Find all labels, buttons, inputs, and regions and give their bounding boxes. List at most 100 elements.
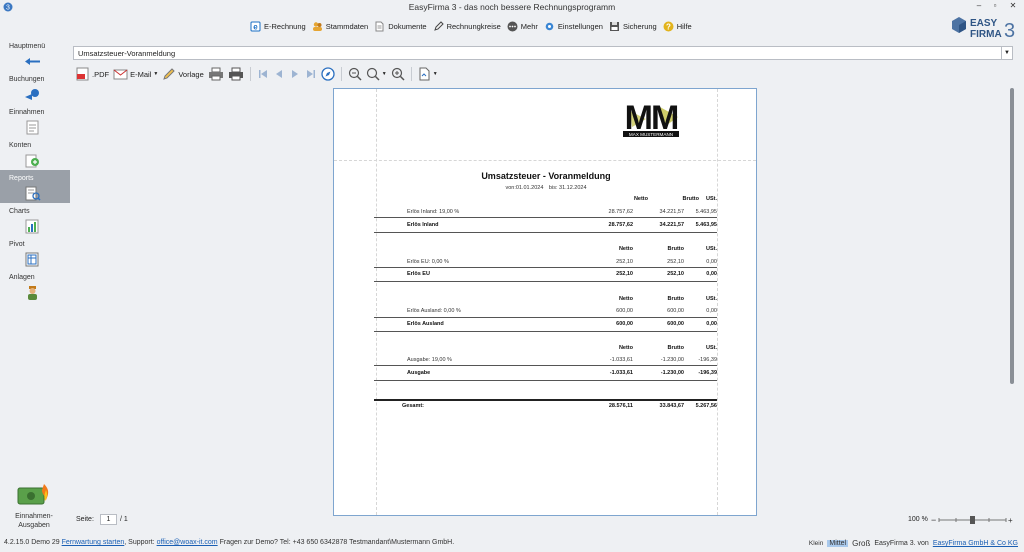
report-select-value: Umsatzsteuer-Voranmeldung [78, 49, 176, 58]
chevron-down-icon[interactable]: ▼ [1001, 47, 1012, 59]
menu-label: Sicherung [622, 21, 657, 31]
page-number-input[interactable]: 1 [100, 514, 117, 525]
sidebar-item-label: Pivot [9, 241, 25, 248]
col-netto-header: Netto [618, 296, 633, 302]
sidebar-item-label: Konten [9, 142, 32, 149]
menu-e-rechnung[interactable]: e E-Rechnung [250, 21, 306, 32]
menu-label: Mehr [520, 21, 538, 31]
sidebar-item-konten[interactable]: Konten [0, 137, 70, 170]
toolbar-separator [249, 67, 251, 81]
section-sum-ust: -196,39 [698, 370, 717, 376]
sidebar-item-charts[interactable]: Charts [0, 203, 70, 236]
e-invoice-icon: e [250, 21, 261, 31]
menu-mehr[interactable]: Mehr [507, 21, 538, 32]
zoom-level: 100 % [908, 516, 928, 523]
report-title: Umsatzsteuer - Voranmeldung [481, 171, 611, 181]
col-ust-header: USt. [706, 296, 717, 302]
status-bar: 4.2.15.0 Demo 29 Fernwartung starten, Su… [0, 536, 1024, 552]
support-prefix: , Support: [124, 539, 155, 546]
next-page-button[interactable] [289, 66, 301, 82]
svg-text:e: e [253, 22, 258, 31]
last-page-icon [306, 70, 315, 78]
template-button[interactable]: Vorlage [162, 66, 204, 82]
period-from: von:01.01.2024 [505, 185, 544, 191]
sidebar-item-anlagen[interactable]: Anlagen [0, 269, 70, 302]
col-netto-header: Netto [618, 246, 633, 252]
menu-dokumente[interactable]: Dokumente [374, 21, 427, 32]
people-icon [312, 21, 322, 31]
report-select[interactable]: Umsatzsteuer-Voranmeldung ▼ [73, 46, 1013, 60]
previous-page-button[interactable] [273, 66, 285, 82]
sidebar-item-buchungen[interactable]: Buchungen [0, 71, 70, 104]
size-large-option[interactable]: Groß [852, 539, 870, 548]
section-sum-label: Erlös Ausland [407, 321, 444, 327]
support-email-link[interactable]: office@woax-it.com [157, 539, 218, 546]
zoom-menu-button[interactable]: ▼ [366, 66, 387, 82]
zoom-out-button[interactable] [348, 66, 362, 82]
pencil-icon [433, 20, 444, 31]
menu-stammdaten[interactable]: Stammdaten [312, 21, 368, 32]
company-logo: MM MAX MUSTERMANN [623, 99, 680, 137]
col-ust-header: USt. [706, 196, 717, 202]
svg-text:−: − [931, 515, 936, 525]
menu-rechnungkreise[interactable]: Rechnungkreise [433, 20, 501, 32]
svg-text:?: ? [666, 22, 671, 31]
zoom-slider[interactable]: − + [930, 515, 1015, 525]
col-netto-header: Netto [618, 345, 633, 351]
navigate-button[interactable] [321, 66, 335, 82]
sidebar-item-label: Reports [9, 175, 34, 182]
menu-sicherung[interactable]: Sicherung [609, 21, 657, 32]
margin-guide [376, 89, 377, 515]
menu-label: E-Rechnung [264, 21, 306, 31]
back-arrow-icon [25, 58, 40, 65]
section-sum-netto: 600,00 [616, 321, 633, 327]
printer-icon [228, 67, 243, 81]
report-page: MM MAX MUSTERMANN Umsatzsteuer - Voranme… [333, 88, 757, 516]
total-divider [374, 399, 717, 401]
sidebar-item-reports[interactable]: Reports [0, 170, 70, 203]
restore-button[interactable]: ▫ [988, 0, 1002, 12]
minimize-button[interactable]: – [972, 0, 986, 12]
zoom-in-icon [391, 67, 405, 81]
version-text: 4.2.15.0 Demo 29 [4, 539, 60, 546]
size-medium-option[interactable]: Mittel [827, 540, 849, 547]
zoom-in-button[interactable] [391, 66, 405, 82]
email-button[interactable]: E-Mail ▼ [113, 66, 158, 82]
sidebar-item-pivot[interactable]: Pivot [0, 236, 70, 269]
income-expense-icon [17, 484, 49, 505]
section-sum-netto: 252,10 [616, 271, 633, 277]
status-left: 4.2.15.0 Demo 29 Fernwartung starten, Su… [4, 539, 454, 546]
last-page-button[interactable] [305, 66, 317, 82]
menu-einstellungen[interactable]: Einstellungen [544, 21, 603, 32]
income-expense-button[interactable]: Einnahmen- Ausgaben [6, 478, 62, 536]
zoom-out-icon [348, 67, 362, 81]
menu-hilfe[interactable]: ? Hilfe [663, 21, 692, 32]
income-expense-label-1: Einnahmen- [15, 513, 53, 520]
section-sum-ust: 0,00 [706, 271, 717, 277]
demo-info-text: Fragen zur Demo? Tel: +43 650 6342878 Te… [219, 539, 455, 546]
section-divider [374, 331, 717, 332]
size-small-option[interactable]: Klein [809, 540, 823, 547]
report-toolbar: .PDF E-Mail ▼ Vorlage ▼ ▼ [76, 65, 438, 83]
page-setup-button[interactable]: ▼ [418, 66, 438, 82]
assets-icon [28, 286, 37, 300]
first-page-icon [258, 70, 267, 78]
vertical-scrollbar[interactable] [1010, 88, 1014, 384]
print-button[interactable] [228, 66, 244, 82]
zoom-icon [366, 67, 380, 81]
export-pdf-button[interactable]: .PDF [76, 66, 109, 82]
sidebar-item-hauptmenu[interactable]: Hauptmenü [0, 38, 70, 71]
status-right: Klein Mittel Groß EasyFirma 3. von EasyF… [809, 539, 1018, 548]
company-link[interactable]: EasyFirma GmbH & Co KG [933, 540, 1018, 547]
remote-maintenance-link[interactable]: Fernwartung starten [62, 539, 125, 546]
sidebar-item-label: Hauptmenü [9, 43, 46, 50]
period-to: bis: 31.12.2024 [548, 185, 587, 191]
print-preview-button[interactable] [208, 66, 224, 82]
brand-line1: EASY [970, 18, 998, 29]
sidebar-item-label: Charts [9, 208, 30, 215]
sidebar-item-einnahmen[interactable]: Einnahmen [0, 104, 70, 137]
close-button[interactable]: ✕ [1006, 0, 1020, 12]
print-preview-icon [208, 67, 223, 81]
pdf-label: .PDF [92, 69, 110, 79]
first-page-button[interactable] [257, 66, 269, 82]
